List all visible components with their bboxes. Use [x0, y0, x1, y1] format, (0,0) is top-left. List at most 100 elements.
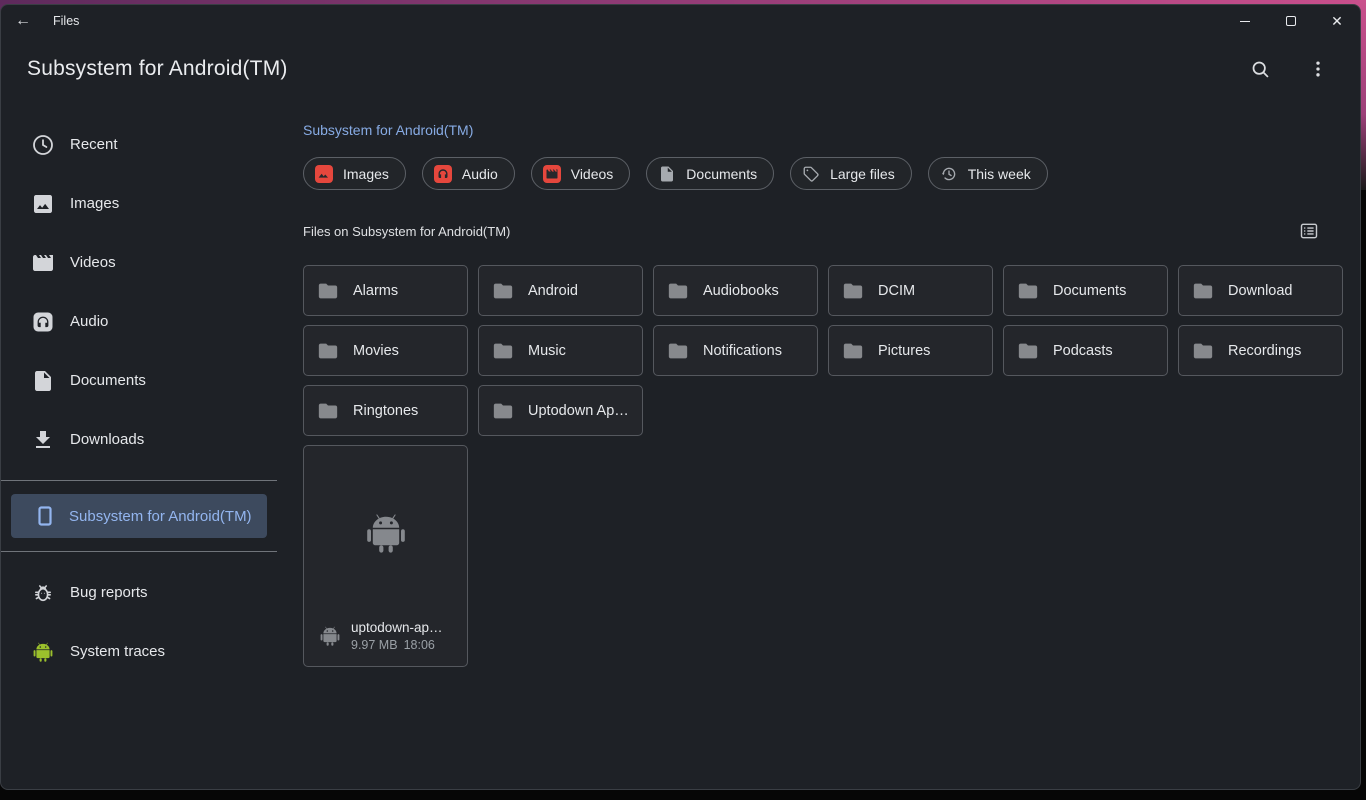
section-label: Files on Subsystem for Android(TM) [303, 224, 510, 239]
file-preview [304, 446, 467, 620]
titlebar-app-label: Files [53, 14, 79, 28]
sidebar-item-downloads[interactable]: Downloads [1, 410, 277, 469]
tag-icon [802, 165, 820, 183]
more-menu-button[interactable] [1306, 57, 1330, 81]
bug-icon [31, 581, 55, 605]
close-icon: ✕ [1331, 14, 1343, 28]
folder-icon [317, 280, 339, 302]
folder-icon [492, 400, 514, 422]
sidebar-item-bug-reports[interactable]: Bug reports [1, 563, 277, 622]
file-info: uptodown-ap… 9.97 MB18:06 [304, 620, 467, 666]
images-chip-icon [315, 165, 333, 183]
chip-label: Large files [830, 166, 895, 182]
filter-chip-large-files[interactable]: Large files [790, 157, 912, 190]
filter-chip-audio[interactable]: Audio [422, 157, 515, 190]
folder-name: Ringtones [353, 403, 418, 419]
folder-icon [667, 280, 689, 302]
file-card-uptodown-apk[interactable]: uptodown-ap… 9.97 MB18:06 [303, 445, 468, 667]
close-button[interactable]: ✕ [1314, 5, 1360, 37]
search-button[interactable] [1248, 57, 1272, 81]
sidebar: Recent Images Videos Audio [1, 101, 277, 789]
sidebar-item-label: Recent [70, 136, 118, 153]
minimize-icon [1240, 21, 1250, 22]
android-robot-icon [31, 640, 55, 664]
folder-name: Download [1228, 283, 1293, 299]
back-arrow-icon: ← [15, 12, 31, 30]
section-header: Files on Subsystem for Android(TM) [303, 220, 1334, 242]
folder-icon [317, 340, 339, 362]
documents-chip-icon [658, 165, 676, 183]
folder-name: Uptodown Ap… [528, 403, 629, 419]
search-icon [1250, 59, 1271, 80]
folder-card-android[interactable]: Android [478, 265, 643, 316]
folder-card-music[interactable]: Music [478, 325, 643, 376]
videos-chip-icon [543, 165, 561, 183]
folder-icon [842, 340, 864, 362]
folder-name: Notifications [703, 343, 782, 359]
content-area: Subsystem for Android(TM) Images Audio [277, 101, 1360, 789]
folder-name: Movies [353, 343, 399, 359]
filter-chip-this-week[interactable]: This week [928, 157, 1048, 190]
folder-card-documents[interactable]: Documents [1003, 265, 1168, 316]
folder-name: Alarms [353, 283, 398, 299]
folder-name: Pictures [878, 343, 930, 359]
maximize-icon [1286, 16, 1296, 26]
folder-icon [1192, 280, 1214, 302]
folder-card-movies[interactable]: Movies [303, 325, 468, 376]
folder-name: Podcasts [1053, 343, 1113, 359]
chip-label: Documents [686, 166, 757, 182]
sidebar-item-label: System traces [70, 643, 165, 660]
folder-name: Recordings [1228, 343, 1301, 359]
file-time: 18:06 [404, 638, 435, 652]
folder-card-notifications[interactable]: Notifications [653, 325, 818, 376]
sidebar-item-system-traces[interactable]: System traces [1, 622, 277, 681]
folder-name: Audiobooks [703, 283, 779, 299]
breadcrumb[interactable]: Subsystem for Android(TM) [303, 122, 473, 138]
back-button[interactable]: ← [7, 5, 39, 37]
filter-chip-row: Images Audio Videos [303, 157, 1334, 190]
folder-card-alarms[interactable]: Alarms [303, 265, 468, 316]
file-name: uptodown-ap… [351, 620, 443, 635]
folder-icon [317, 400, 339, 422]
file-meta: 9.97 MB18:06 [351, 638, 443, 652]
folder-card-pictures[interactable]: Pictures [828, 325, 993, 376]
filter-chip-images[interactable]: Images [303, 157, 406, 190]
sidebar-item-label: Audio [70, 313, 108, 330]
folder-icon [492, 280, 514, 302]
chip-label: Audio [462, 166, 498, 182]
sidebar-item-images[interactable]: Images [1, 174, 277, 233]
folder-card-podcasts[interactable]: Podcasts [1003, 325, 1168, 376]
folder-card-dcim[interactable]: DCIM [828, 265, 993, 316]
tablet-icon [33, 504, 57, 528]
filter-chip-videos[interactable]: Videos [531, 157, 631, 190]
minimize-button[interactable] [1222, 5, 1268, 37]
filter-chip-documents[interactable]: Documents [646, 157, 774, 190]
file-text: uptodown-ap… 9.97 MB18:06 [351, 620, 443, 652]
android-robot-icon [362, 509, 410, 557]
window-controls: ✕ [1222, 5, 1360, 37]
folder-card-ringtones[interactable]: Ringtones [303, 385, 468, 436]
sidebar-item-documents[interactable]: Documents [1, 351, 277, 410]
header-actions [1248, 57, 1330, 81]
folder-icon [842, 280, 864, 302]
maximize-button[interactable] [1268, 5, 1314, 37]
folder-card-uptodown[interactable]: Uptodown Ap… [478, 385, 643, 436]
movie-icon [31, 251, 55, 275]
history-icon [940, 165, 958, 183]
folder-card-download[interactable]: Download [1178, 265, 1343, 316]
audio-chip-icon [434, 165, 452, 183]
folder-card-recordings[interactable]: Recordings [1178, 325, 1343, 376]
folder-card-audiobooks[interactable]: Audiobooks [653, 265, 818, 316]
main-area: Recent Images Videos Audio [1, 101, 1360, 789]
sidebar-item-recent[interactable]: Recent [1, 115, 277, 174]
folder-name: Music [528, 343, 566, 359]
sidebar-item-videos[interactable]: Videos [1, 233, 277, 292]
android-robot-icon [318, 624, 342, 648]
sidebar-item-audio[interactable]: Audio [1, 292, 277, 351]
list-view-toggle-button[interactable] [1298, 220, 1320, 242]
app-header: Subsystem for Android(TM) [1, 37, 1360, 101]
sidebar-item-subsystem-selected[interactable]: Subsystem for Android(TM) [11, 494, 267, 538]
folder-icon [1017, 280, 1039, 302]
download-icon [31, 428, 55, 452]
sidebar-divider [1, 480, 277, 481]
